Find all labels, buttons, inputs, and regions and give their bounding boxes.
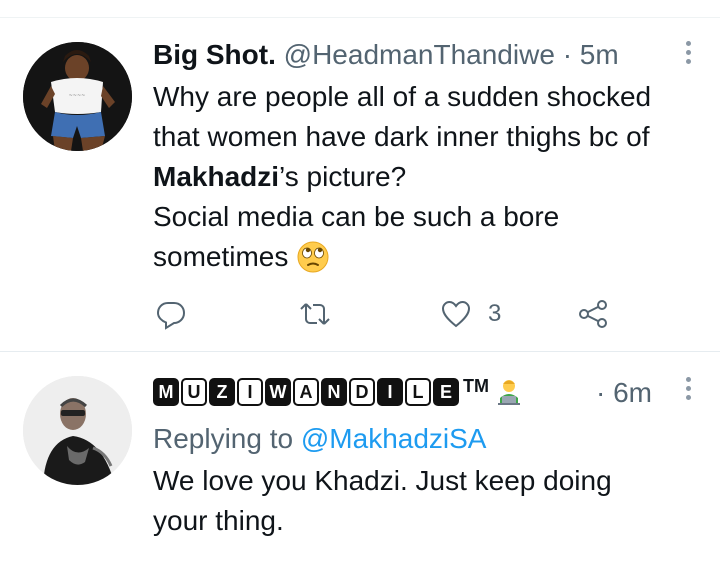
tweet[interactable]: M U Z I W A N D I L E TM · 6m Replying t… <box>0 353 720 567</box>
name-letter: I <box>377 378 403 406</box>
name-letter: E <box>433 378 459 406</box>
reply-icon <box>156 302 186 330</box>
tweet-line: Makhadzi’s picture? <box>153 157 698 197</box>
more-options-icon[interactable] <box>684 377 692 405</box>
tweet-line: sometimes <box>153 237 698 277</box>
user-handle[interactable]: @HeadmanThandiwe <box>284 39 555 70</box>
avatar[interactable] <box>23 376 132 485</box>
tweet[interactable]: ~~~~ Big Shot. @HeadmanThandiwe · 5m Why… <box>0 19 720 352</box>
separator-dot: · <box>596 377 606 408</box>
heart-icon <box>441 300 471 328</box>
face-with-rolling-eyes-icon <box>297 241 329 273</box>
tweet-line-text: sometimes <box>153 241 289 272</box>
share-button[interactable] <box>577 289 609 339</box>
separator-dot: · <box>562 39 573 70</box>
avatar-image: ~~~~ <box>23 42 132 151</box>
tweet-line: Social media can be such a bore <box>153 201 560 232</box>
tweet-text: We love you Khadzi. Just keep doing your… <box>153 461 698 541</box>
more-options-icon[interactable] <box>684 41 692 69</box>
svg-text:~~~~: ~~~~ <box>69 93 86 99</box>
tweet-header: Big Shot. @HeadmanThandiwe · 5m <box>153 37 619 73</box>
reply-button[interactable] <box>155 289 187 339</box>
name-letter: Z <box>209 378 235 406</box>
avatar-image <box>23 376 132 485</box>
trademark-symbol: TM <box>463 375 489 396</box>
name-letter: I <box>237 378 263 406</box>
tweet-line-rest: ’s picture? <box>279 161 407 192</box>
avatar[interactable]: ~~~~ <box>23 42 132 151</box>
timestamp-value: 6m <box>613 377 653 408</box>
name-letter: N <box>321 378 347 406</box>
tweet-line: your thing. <box>153 505 284 536</box>
top-divider <box>0 0 720 18</box>
tweet-line: that women have dark inner thighs bc of <box>153 121 650 152</box>
name-letter: W <box>265 378 291 406</box>
technologist-icon <box>498 380 520 405</box>
mention-link[interactable]: @MakhadziSA <box>301 423 487 454</box>
name-letter: L <box>405 378 431 406</box>
like-button[interactable]: 3 <box>440 289 501 339</box>
display-name[interactable]: M U Z I W A N D I L E TM <box>153 376 525 408</box>
name-letter: M <box>153 378 179 406</box>
share-icon <box>579 300 607 328</box>
name-letter: D <box>349 378 375 406</box>
retweet-icon <box>300 303 330 325</box>
replying-to: Replying to @MakhadziSA <box>153 421 486 457</box>
display-name[interactable]: Big Shot. <box>153 39 276 70</box>
retweet-button[interactable] <box>299 289 331 339</box>
name-letter: U <box>181 378 207 406</box>
tweet-text: Why are people all of a sudden shocked t… <box>153 77 698 277</box>
tweet-actions: 3 <box>153 289 623 339</box>
tweet-line: We love you Khadzi. Just keep doing <box>153 465 612 496</box>
replying-label: Replying to <box>153 423 294 454</box>
bold-mention: Makhadzi <box>153 161 280 192</box>
timestamp[interactable]: 5m <box>580 39 619 70</box>
name-letter: A <box>293 378 319 406</box>
timestamp[interactable]: · 6m <box>596 375 652 411</box>
tweet-line: Why are people all of a sudden shocked <box>153 81 652 112</box>
like-count: 3 <box>488 300 502 327</box>
